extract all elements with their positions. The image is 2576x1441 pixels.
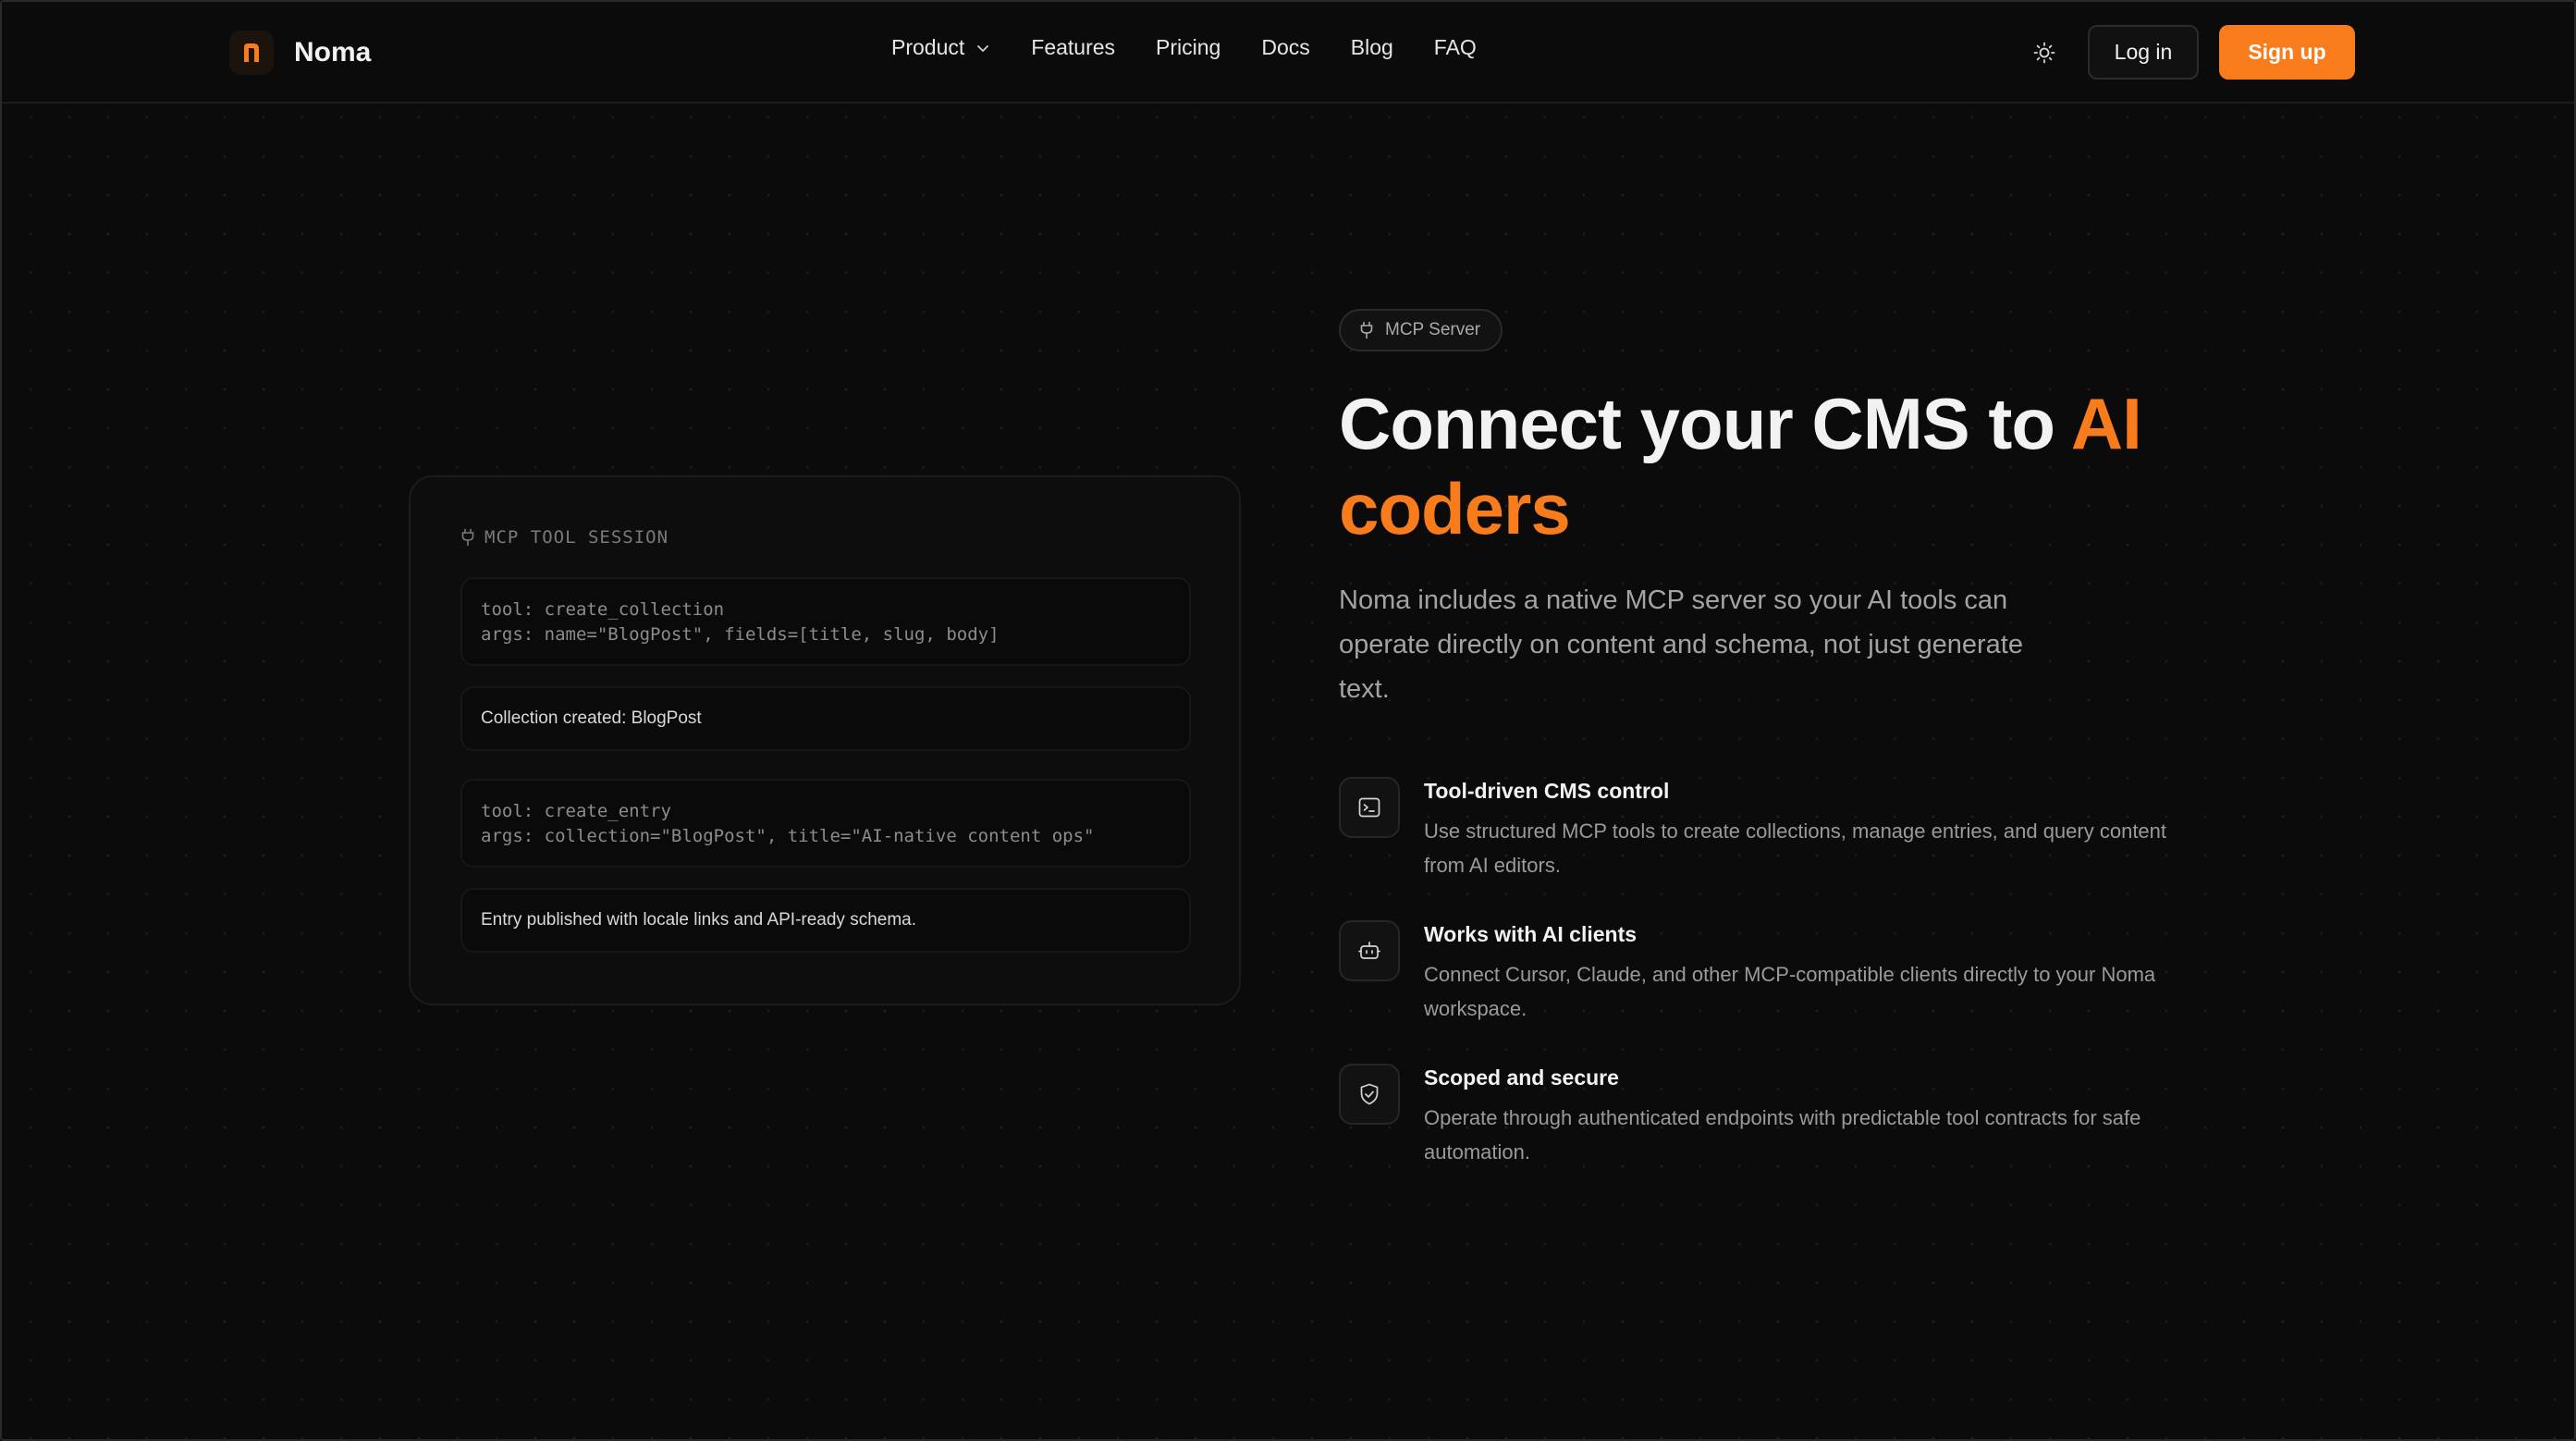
sun-icon	[2033, 42, 2055, 64]
nav-product-label: Product	[891, 35, 965, 59]
code-line: tool: create_entry	[481, 801, 671, 821]
hero-description: Noma includes a native MCP server so you…	[1339, 585, 2023, 704]
badge-label: MCP Server	[1385, 320, 1481, 339]
feature-title: Scoped and secure	[1424, 1065, 1619, 1090]
login-button[interactable]: Log in	[2088, 25, 2199, 80]
bot-icon	[1339, 920, 1400, 981]
hero-title: Connect your CMS to AI coders	[1339, 381, 2263, 551]
brand-logo-link[interactable]: Noma	[229, 31, 371, 75]
nav-faq-link[interactable]: FAQ	[1434, 35, 1477, 60]
hero-title-main: Connect your CMS to	[1339, 383, 2071, 464]
primary-nav: Product Features Pricing Docs Blog FAQ	[891, 35, 1517, 60]
shield-check-icon	[1339, 1064, 1400, 1125]
nav-features-link[interactable]: Features	[1031, 35, 1115, 60]
plug-icon	[1360, 321, 1373, 339]
code-line: tool: create_collection	[481, 599, 725, 620]
code-line: args: name="BlogPost", fields=[title, sl…	[481, 624, 1000, 645]
terminal-icon	[1339, 777, 1400, 838]
nav-pricing-link[interactable]: Pricing	[1156, 35, 1221, 60]
session-code-block-1: tool: create_collection args: name="Blog…	[460, 577, 1191, 666]
plug-icon	[461, 528, 474, 547]
session-output-block-2: Entry published with locale links and AP…	[460, 888, 1191, 953]
feature-title: Works with AI clients	[1424, 922, 1638, 946]
session-header: MCP TOOL SESSION	[460, 527, 669, 548]
signup-button[interactable]: Sign up	[2219, 25, 2355, 80]
mcp-server-badge: MCP Server	[1339, 309, 1503, 351]
session-title: MCP TOOL SESSION	[485, 527, 669, 548]
page-frame: Noma Product Features Pricing Docs Blog …	[0, 0, 2576, 1441]
output-text: Collection created: BlogPost	[481, 708, 702, 728]
session-code-block-2: tool: create_entry args: collection="Blo…	[460, 779, 1191, 868]
top-navbar: Noma Product Features Pricing Docs Blog …	[2, 2, 2574, 104]
nav-docs-link[interactable]: Docs	[1261, 35, 1309, 60]
feature-title: Tool-driven CMS control	[1424, 779, 1670, 803]
chevron-down-icon	[977, 44, 989, 52]
feature-description: Use structured MCP tools to create colle…	[1424, 819, 2167, 877]
mcp-session-panel: MCP TOOL SESSION tool: create_collection…	[409, 475, 1241, 1005]
feature-description: Operate through authenticated endpoints …	[1424, 1106, 2141, 1164]
theme-toggle-button[interactable]	[2027, 35, 2062, 70]
brand-name: Noma	[294, 37, 372, 68]
nav-product-dropdown[interactable]: Product	[891, 35, 990, 60]
noma-logo-icon	[229, 31, 274, 75]
output-text: Entry published with locale links and AP…	[481, 910, 917, 930]
code-line: args: collection="BlogPost", title="AI-n…	[481, 826, 1095, 846]
nav-blog-link[interactable]: Blog	[1351, 35, 1393, 60]
session-output-block-1: Collection created: BlogPost	[460, 686, 1191, 751]
feature-description: Connect Cursor, Claude, and other MCP-co…	[1424, 963, 2156, 1020]
